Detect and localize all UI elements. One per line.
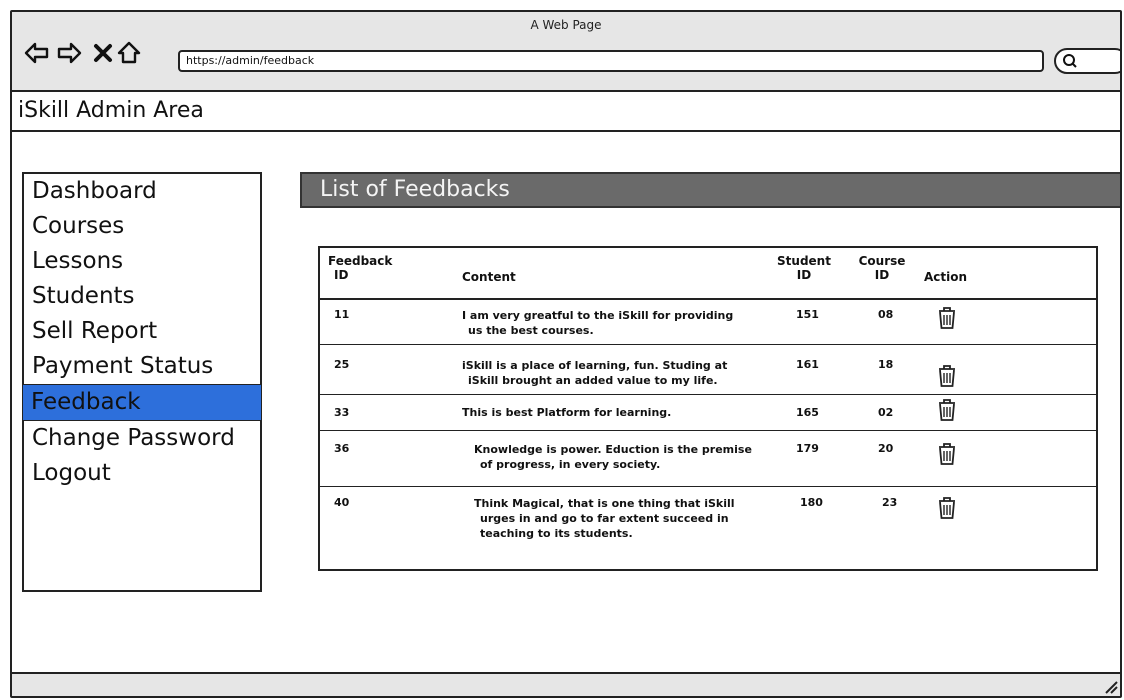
sidebar-nav: Dashboard Courses Lessons Students Sell … [22,172,262,592]
header-label: ID [874,268,890,282]
header-feedback-id: Feedback ID [328,254,392,282]
table-row: 33 This is best Platform for learning. 1… [320,394,1096,431]
cell-content: I am very greatful to the iSkill for pro… [462,308,733,338]
header-action: Action [924,270,968,284]
cell-content: iSkill is a place of learning, fun. Stud… [462,358,727,388]
cell-course-id: 02 [878,406,894,419]
table-row: 11 I am very greatful to the iSkill for … [320,300,1096,345]
browser-window: A Web Page https://admin/feedback iSkill… [10,10,1122,698]
trash-icon [939,365,955,387]
header-content: Content [462,270,516,284]
page-title-bar: List of Feedbacks [300,172,1120,208]
delete-button[interactable] [936,364,958,391]
search-field[interactable] [1054,48,1120,74]
forward-arrow-icon[interactable] [56,40,82,66]
delete-button[interactable] [936,306,958,333]
content-line: of progress, in every society. [480,458,661,471]
cell-feedback-id: 11 [334,308,350,321]
table-row: 36 Knowledge is power. Eduction is the p… [320,430,1096,487]
sidebar-item-sell-report[interactable]: Sell Report [24,314,260,349]
url-field[interactable]: https://admin/feedback [178,50,1044,72]
search-icon [1063,54,1077,68]
header-label: Student [777,254,831,268]
content-line: us the best courses. [468,324,594,337]
cell-course-id: 23 [882,496,898,509]
content-line: iSkill is a place of learning, fun. Stud… [462,359,728,372]
cell-student-id: 180 [800,496,823,509]
table-row: 25 iSkill is a place of learning, fun. S… [320,344,1096,395]
content-line: Knowledge is power. Eduction is the prem… [474,443,752,456]
status-bar [12,672,1120,696]
window-title: A Web Page [530,18,602,32]
sidebar-item-feedback[interactable]: Feedback [22,384,262,421]
header-student-id: Student ID [776,254,832,282]
resize-handle-icon[interactable] [1102,678,1118,694]
cell-feedback-id: 40 [334,496,350,509]
table-row: 40 Think Magical, that is one thing that… [320,486,1096,569]
sidebar-item-students[interactable]: Students [24,279,260,314]
sidebar-item-dashboard[interactable]: Dashboard [24,174,260,209]
trash-icon [939,497,955,519]
cell-student-id: 179 [796,442,819,455]
trash-icon [939,443,955,465]
close-icon[interactable] [90,40,116,66]
cell-course-id: 20 [878,442,894,455]
trash-icon [939,399,955,421]
header-label: Feedback [328,254,393,268]
sidebar-item-lessons[interactable]: Lessons [24,244,260,279]
delete-button[interactable] [936,496,958,523]
sidebar-item-change-password[interactable]: Change Password [24,421,260,456]
feedback-table: Feedback ID Content Student ID Course ID… [318,246,1098,571]
content-line: urges in and go to far extent succeed in [480,512,729,525]
content-line: teaching to its students. [480,527,633,540]
content-line: I am very greatful to the iSkill for pro… [462,309,734,322]
app-header: iSkill Admin Area [12,92,1120,132]
back-arrow-icon[interactable] [24,40,50,66]
cell-feedback-id: 25 [334,358,350,371]
sidebar-item-payment-status[interactable]: Payment Status [24,349,260,384]
header-label: ID [796,268,812,282]
header-course-id: Course ID [856,254,908,282]
browser-toolbar: A Web Page https://admin/feedback [12,12,1120,92]
cell-student-id: 151 [796,308,819,321]
cell-feedback-id: 36 [334,442,350,455]
app-title: iSkill Admin Area [18,98,204,123]
sidebar-item-logout[interactable]: Logout [24,456,260,491]
content-line: iSkill brought an added value to my life… [468,374,718,387]
cell-content: This is best Platform for learning. [462,406,672,419]
header-label: Course [858,254,906,268]
home-icon[interactable] [116,40,142,66]
cell-course-id: 18 [878,358,894,371]
cell-student-id: 165 [796,406,819,419]
cell-course-id: 08 [878,308,894,321]
delete-button[interactable] [936,398,958,425]
delete-button[interactable] [936,442,958,469]
header-label: ID [334,268,349,282]
page-title: List of Feedbacks [320,177,510,202]
content-line: Think Magical, that is one thing that iS… [474,497,735,510]
cell-content: Think Magical, that is one thing that iS… [474,496,735,541]
trash-icon [939,307,955,329]
cell-content: Knowledge is power. Eduction is the prem… [474,442,752,472]
table-header: Feedback ID Content Student ID Course ID… [320,248,1096,300]
sidebar-item-courses[interactable]: Courses [24,209,260,244]
cell-student-id: 161 [796,358,819,371]
cell-feedback-id: 33 [334,406,350,419]
